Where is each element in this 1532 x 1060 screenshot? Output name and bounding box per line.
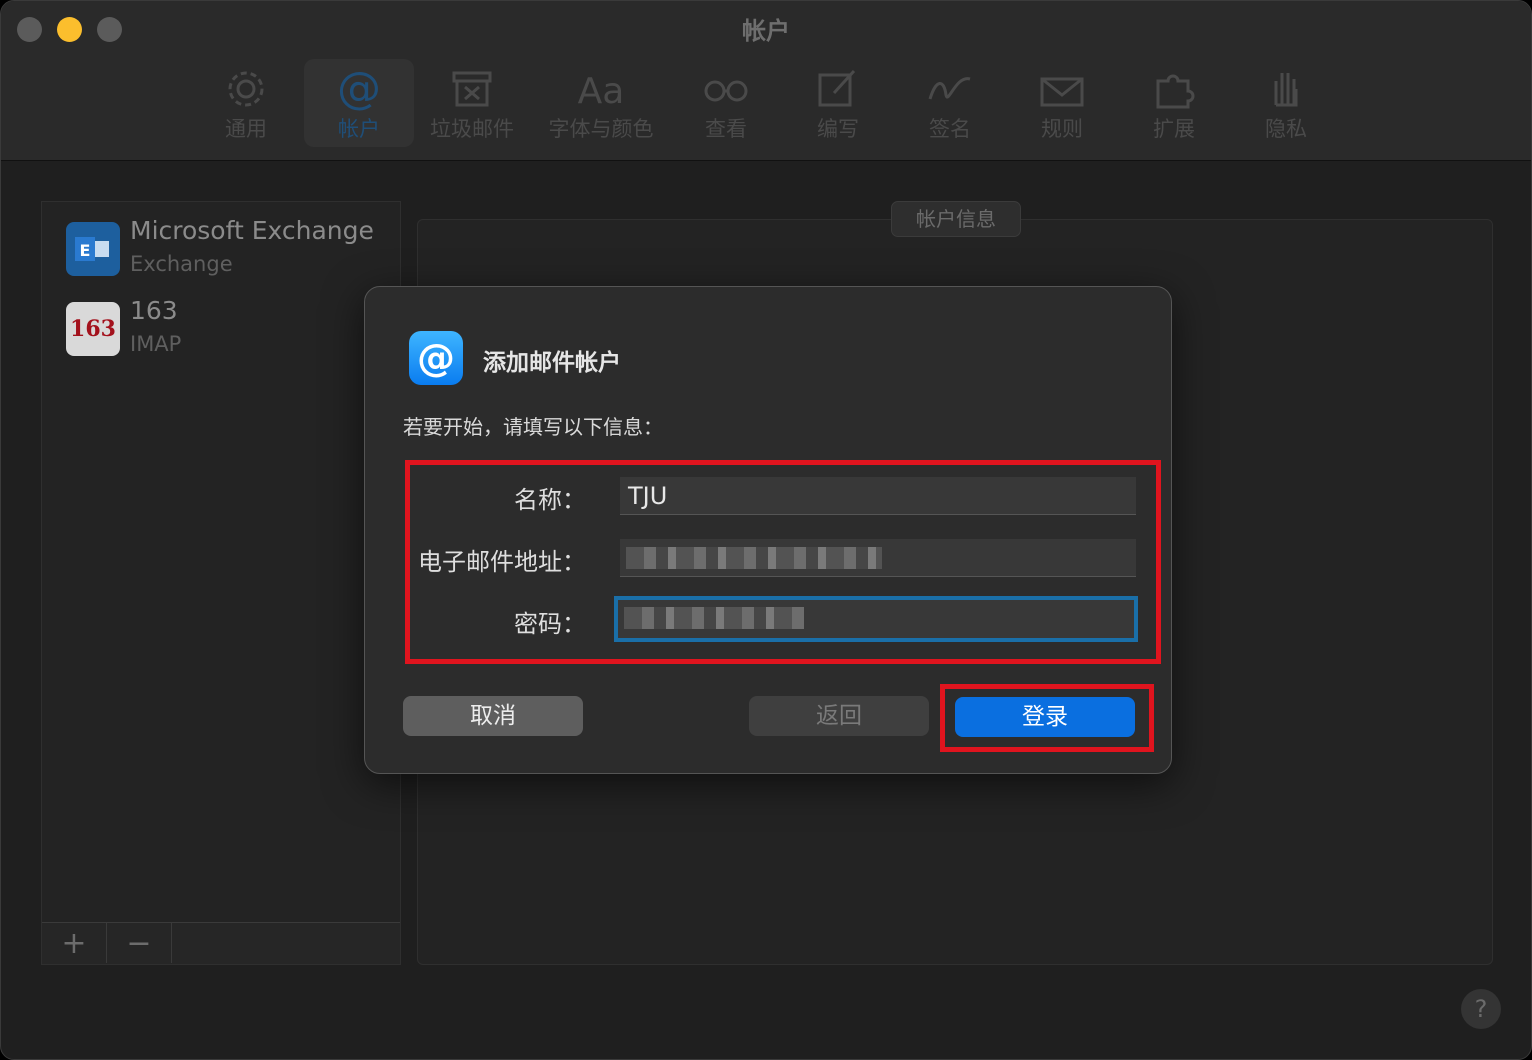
tab-extensions[interactable]: 扩展: [1119, 59, 1229, 147]
tab-signatures-label: 签名: [929, 117, 971, 141]
163-icon-text: 163: [70, 316, 116, 342]
dialog-title: 添加邮件帐户: [483, 350, 621, 376]
cancel-button[interactable]: 取消: [403, 696, 583, 736]
name-label: 名称：: [514, 486, 586, 514]
preferences-toolbar: 通用 @ 帐户 垃圾邮件 Aa 字体与颜色 查看 编写 签名 规则 扩展 隐私: [1, 59, 1531, 151]
account-type: Exchange: [130, 252, 233, 276]
account-item-exchange[interactable]: E Microsoft Exchange Exchange: [66, 208, 396, 278]
help-button[interactable]: ?: [1461, 989, 1501, 1029]
tab-viewing[interactable]: 查看: [671, 59, 781, 147]
dialog-instructions: 若要开始，请填写以下信息：: [403, 415, 663, 439]
svg-text:@: @: [417, 336, 455, 380]
163-icon: 163: [66, 302, 120, 356]
svg-text:@: @: [337, 65, 381, 113]
email-field[interactable]: [620, 539, 1136, 577]
account-item-163[interactable]: 163 163 IMAP: [66, 288, 396, 358]
redacted-password: [624, 607, 804, 629]
titlebar: 帐户 通用 @ 帐户 垃圾邮件 Aa 字体与颜色 查看 编写 签名 规则 扩展 …: [1, 1, 1531, 161]
remove-account-button[interactable]: −: [107, 923, 172, 963]
tab-signatures[interactable]: 签名: [895, 59, 1005, 147]
accounts-sidebar: E Microsoft Exchange Exchange 163 163 IM…: [41, 201, 401, 965]
password-label: 密码：: [514, 610, 586, 638]
tab-accounts[interactable]: @ 帐户: [304, 59, 414, 147]
name-field[interactable]: TJU: [620, 477, 1136, 515]
tab-viewing-label: 查看: [705, 117, 747, 141]
tab-general-label: 通用: [225, 117, 267, 141]
signature-icon: [895, 65, 1005, 117]
tab-rules-label: 规则: [1041, 117, 1083, 141]
account-name: Microsoft Exchange: [130, 216, 374, 245]
tab-privacy-label: 隐私: [1265, 117, 1307, 141]
svg-text:E: E: [80, 241, 91, 260]
rules-envelope-icon: [1007, 65, 1117, 117]
tab-fonts-colors-label: 字体与颜色: [548, 117, 654, 141]
glasses-icon: [671, 65, 781, 117]
add-mail-account-dialog: @ 添加邮件帐户 若要开始，请填写以下信息： 名称： TJU 电子邮件地址： 密…: [364, 286, 1172, 774]
tab-composing-label: 编写: [817, 117, 859, 141]
tab-composing[interactable]: 编写: [783, 59, 893, 147]
login-highlight-box: 登录: [940, 684, 1154, 752]
account-type: IMAP: [130, 332, 182, 356]
tab-general[interactable]: 通用: [191, 59, 301, 147]
puzzle-icon: [1119, 65, 1229, 117]
tab-account-info[interactable]: 帐户信息: [891, 201, 1021, 237]
window-title: 帐户: [742, 17, 790, 45]
hand-icon: [1231, 65, 1341, 117]
at-sign-icon: @: [304, 63, 414, 117]
tab-rules[interactable]: 规则: [1007, 59, 1117, 147]
password-field[interactable]: [614, 596, 1138, 642]
form-highlight-box: 名称： TJU 电子邮件地址： 密码：: [405, 460, 1161, 664]
gear-icon: [191, 65, 301, 117]
tab-accounts-label: 帐户: [338, 117, 380, 141]
account-name: 163: [130, 296, 178, 325]
compose-icon: [783, 65, 893, 117]
mail-preferences-window: 帐户 通用 @ 帐户 垃圾邮件 Aa 字体与颜色 查看 编写 签名 规则 扩展 …: [0, 0, 1532, 1060]
mail-at-icon: @: [409, 331, 463, 385]
tab-privacy[interactable]: 隐私: [1231, 59, 1341, 147]
tab-junk[interactable]: 垃圾邮件: [417, 59, 527, 147]
add-account-button[interactable]: +: [42, 923, 107, 963]
tab-fonts-colors[interactable]: Aa 字体与颜色: [545, 59, 657, 147]
tab-extensions-label: 扩展: [1153, 117, 1195, 141]
back-button[interactable]: 返回: [749, 696, 929, 736]
font-icon: Aa: [545, 65, 657, 117]
email-label: 电子邮件地址：: [418, 548, 586, 576]
exchange-icon: E: [66, 222, 120, 276]
login-button[interactable]: 登录: [955, 697, 1135, 737]
junk-bin-icon: [417, 65, 527, 117]
tab-junk-label: 垃圾邮件: [430, 117, 514, 141]
font-glyph: Aa: [578, 71, 625, 112]
sidebar-footer: + −: [42, 922, 400, 964]
redacted-email: [626, 547, 882, 569]
